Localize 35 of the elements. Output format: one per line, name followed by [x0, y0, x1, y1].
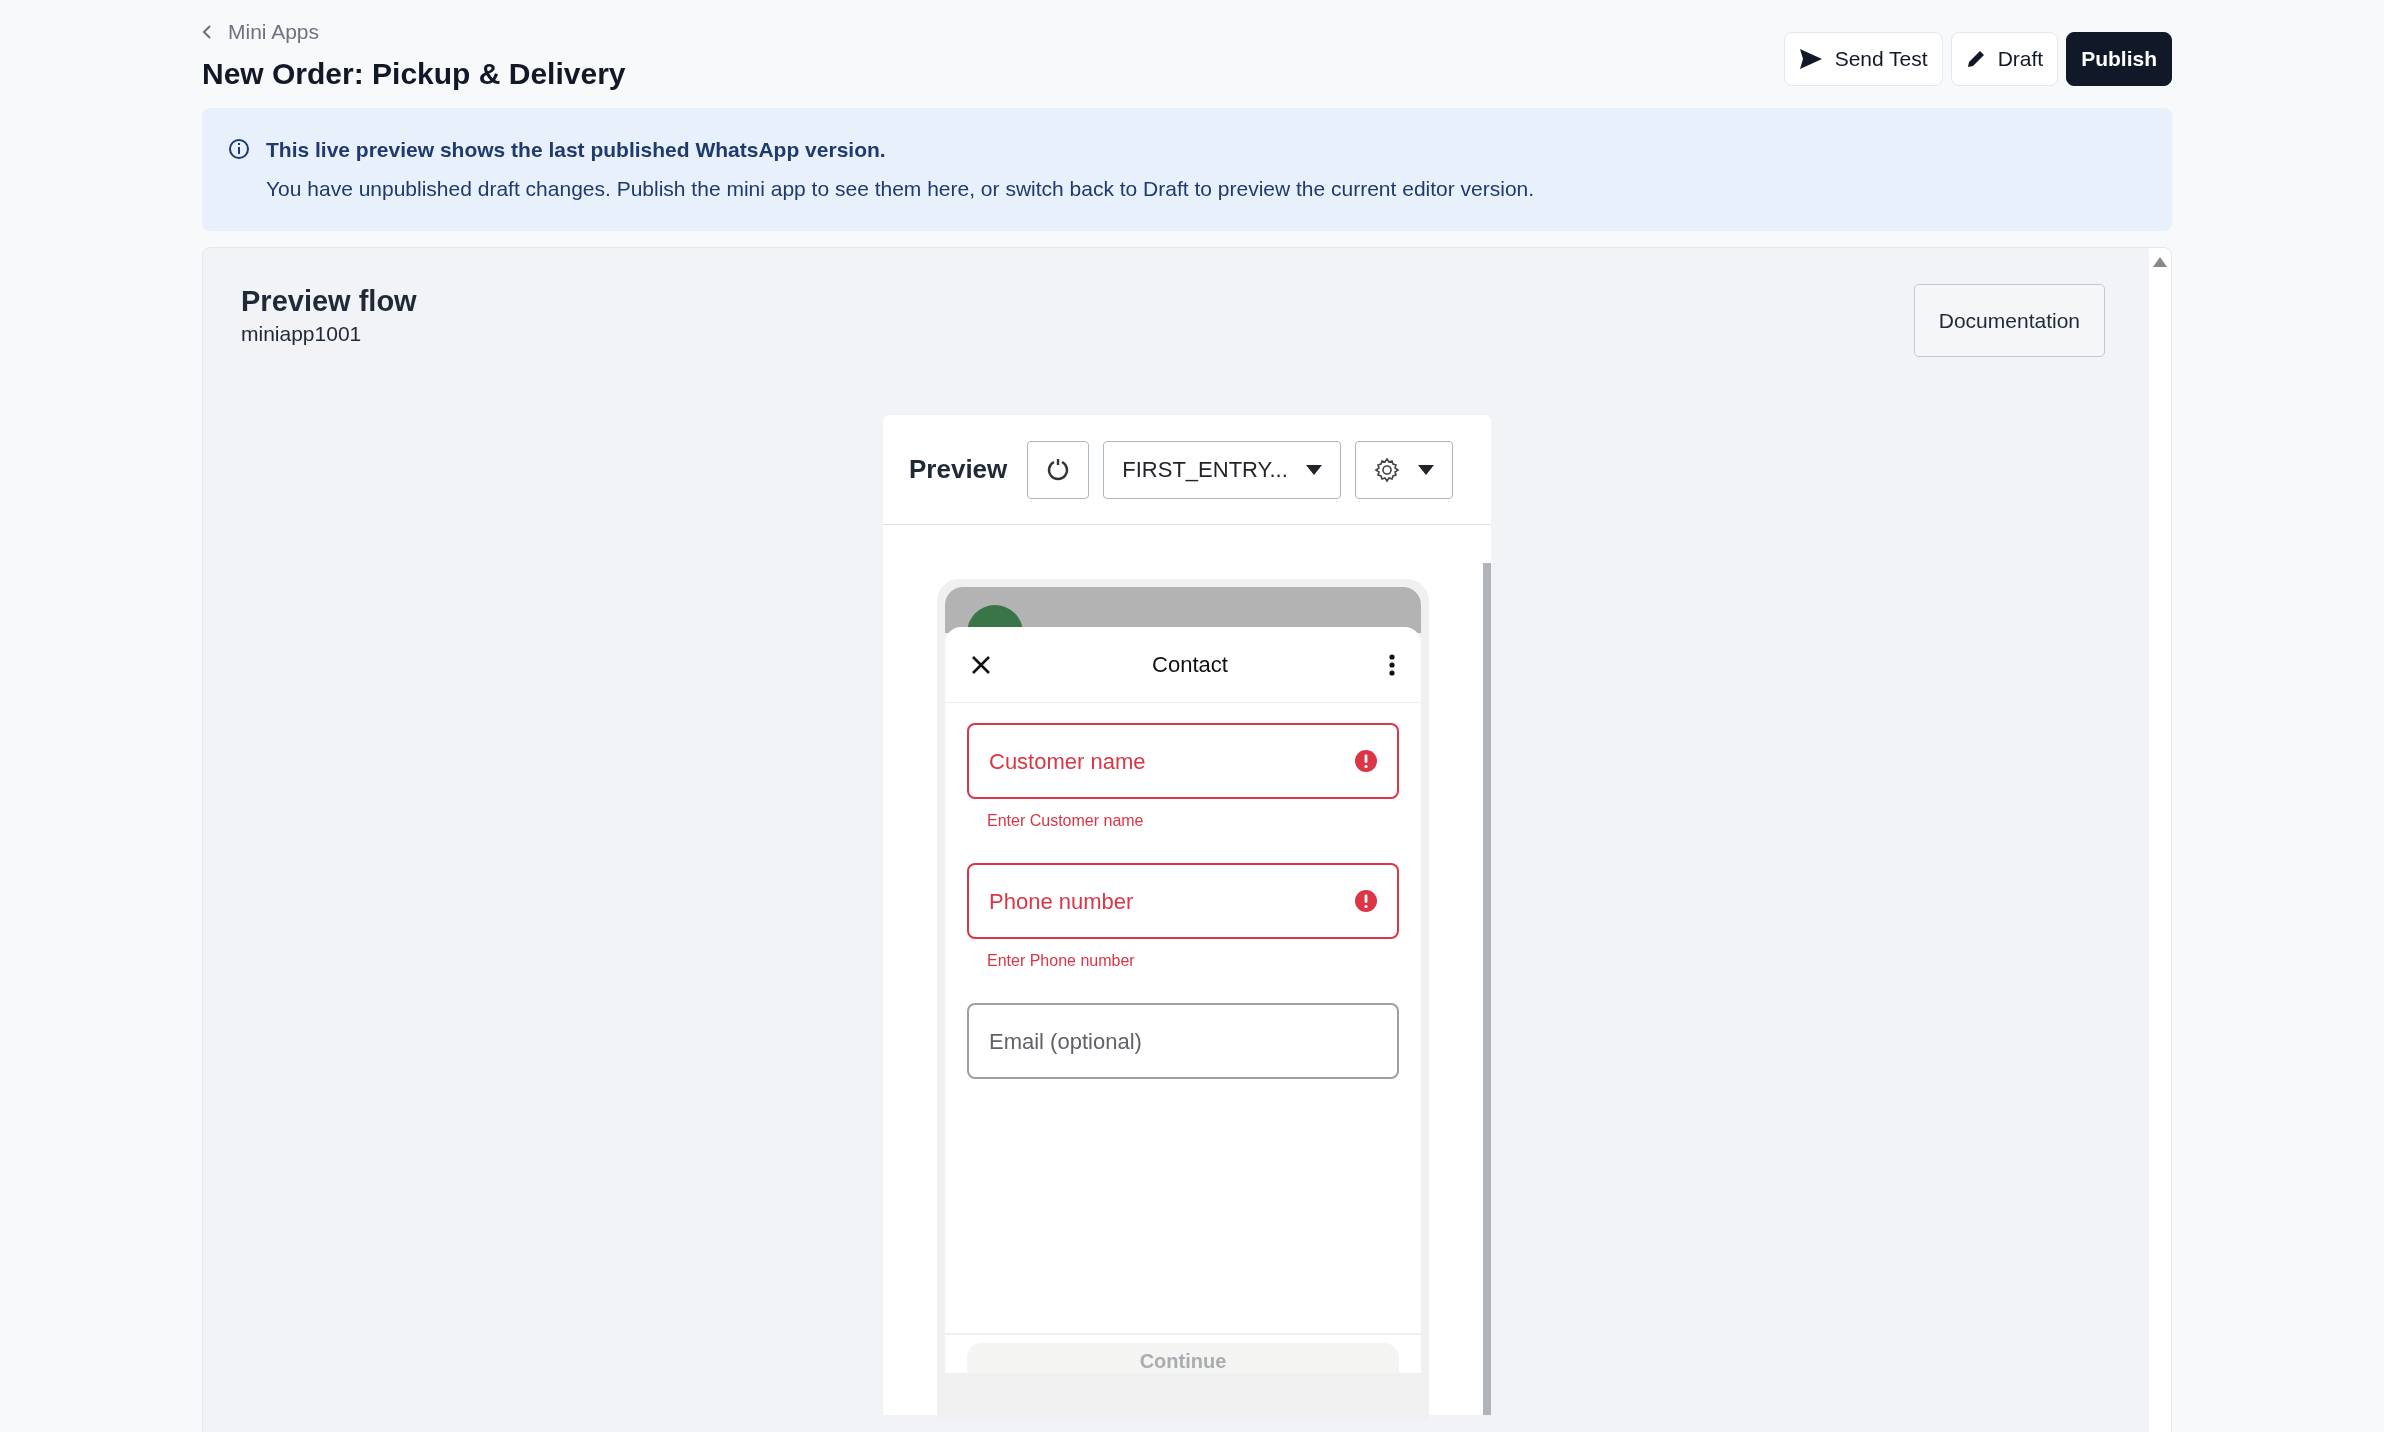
- send-test-button[interactable]: Send Test: [1783, 32, 1943, 86]
- caret-icon: [1305, 464, 1322, 475]
- page-title: New Order: Pickup & Delivery: [202, 55, 626, 92]
- screen-title: Contact: [1152, 651, 1228, 679]
- send-icon: [1798, 47, 1823, 70]
- input-field[interactable]: Email (optional): [967, 1003, 1399, 1079]
- input-field[interactable]: Phone number: [967, 863, 1399, 939]
- info-icon: [228, 138, 250, 161]
- reset-button[interactable]: [1027, 440, 1090, 499]
- caret-icon: [1417, 464, 1434, 475]
- error-message: Enter Phone number: [987, 951, 1136, 971]
- error-icon: [1355, 750, 1377, 772]
- settings-icon: [1373, 456, 1400, 483]
- app-id: miniapp1001: [241, 321, 363, 348]
- alert-heading: This live preview shows the last published WhatsApp version.: [266, 136, 886, 163]
- panel-title: Preview flow: [241, 283, 417, 319]
- scrollbar[interactable]: [1483, 563, 1491, 1415]
- more-icon[interactable]: [1389, 653, 1395, 676]
- settings-dropdown[interactable]: [1354, 440, 1453, 499]
- draft-button[interactable]: Draft: [1950, 32, 2059, 86]
- input-field[interactable]: Customer name: [967, 723, 1399, 799]
- error-icon: [1355, 890, 1377, 912]
- documentation-button[interactable]: Documentation: [1913, 283, 2105, 357]
- back-link[interactable]: Mini Apps: [202, 16, 320, 48]
- alert-message: You have unpublished draft changes. Publish the mini app to see them here, or switch back to Draft to preview the current editor version.: [266, 176, 1536, 202]
- pencil-icon: [1965, 48, 1986, 69]
- close-icon[interactable]: [971, 654, 991, 675]
- scrollbar[interactable]: [2149, 247, 2171, 1432]
- screen-dropdown[interactable]: FIRST_ENTRY...: [1103, 440, 1341, 499]
- scroll-up-icon[interactable]: [2152, 255, 2168, 268]
- publish-button[interactable]: Publish: [2066, 32, 2172, 86]
- chevron-left-icon: [202, 23, 212, 40]
- refresh-icon: [1046, 457, 1071, 482]
- preview-label: Preview: [909, 453, 1008, 486]
- error-message: Enter Customer name: [987, 811, 1145, 831]
